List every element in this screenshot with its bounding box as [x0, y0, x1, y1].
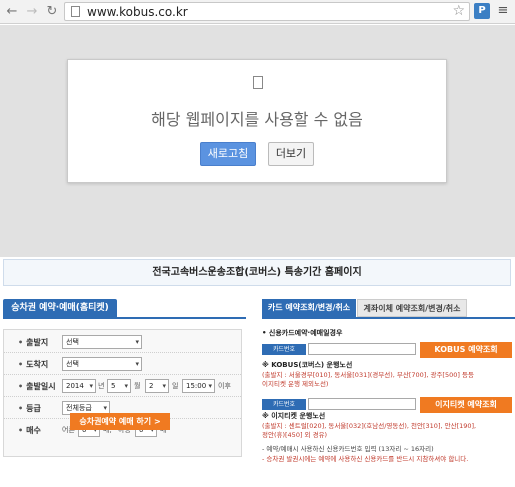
- tab-card-reservation[interactable]: 카드 예약조회/변경/취소: [262, 299, 356, 317]
- day-unit: 일: [172, 382, 179, 390]
- kobus-card-input[interactable]: [308, 343, 416, 355]
- error-dialog: 해당 웹페이지를 사용할 수 없음 새로고침 더보기: [67, 59, 447, 183]
- easyticket-lookup-button[interactable]: 이지티켓 예약조회: [420, 397, 512, 413]
- page-icon: [71, 6, 80, 17]
- arrive-row: 도착지 선택: [4, 354, 241, 375]
- bookmark-star-icon[interactable]: ☆: [452, 3, 465, 19]
- depart-select[interactable]: 선택: [62, 335, 142, 349]
- depart-row: 출발지 선택: [4, 332, 241, 353]
- more-button[interactable]: 더보기: [268, 142, 314, 166]
- time-select[interactable]: 15:00: [182, 379, 215, 393]
- easy-card-input[interactable]: [308, 398, 416, 410]
- year-unit: 년: [98, 382, 105, 390]
- menu-icon[interactable]: ≡: [496, 3, 510, 19]
- tab-underline-right: [262, 317, 515, 319]
- address-bar[interactable]: www.kobus.co.kr ☆: [64, 2, 470, 21]
- card-heading: • 신용카드예약·예매일경우: [262, 329, 343, 337]
- tab-transfer-reservation[interactable]: 계좌이체 예약조회/변경/취소: [357, 299, 467, 317]
- reload-icon[interactable]: ↻: [44, 3, 60, 21]
- extension-icon[interactable]: P: [474, 3, 490, 19]
- count-label: 매수: [18, 425, 41, 436]
- site-content: 전국고속버스운송조합(코버스) 특송기간 홈페이지 승차권 예약·예매(홈티켓)…: [0, 257, 515, 487]
- back-arrow-icon[interactable]: ←: [4, 3, 20, 21]
- month-select[interactable]: 5: [107, 379, 131, 393]
- card-note: - 예약/예매시 사용하신 신용카드번호 입력 (13자리 ~ 16자리): [262, 445, 434, 453]
- book-ticket-button[interactable]: 승차권예약 예매 하기 >: [70, 413, 170, 430]
- arrive-select[interactable]: 선택: [62, 357, 142, 371]
- time-unit: 이후: [218, 382, 231, 390]
- error-backdrop: 해당 웹페이지를 사용할 수 없음 새로고침 더보기: [0, 25, 515, 257]
- month-unit: 월: [134, 382, 141, 390]
- reload-button[interactable]: 새로고침: [200, 142, 256, 166]
- error-message: 해당 웹페이지를 사용할 수 없음: [151, 110, 363, 129]
- card-warning-note: - 승차권 발권시에는 예약에 사용하신 신용카드를 반드시 지참하셔야 합니다…: [262, 455, 469, 463]
- datetime-label: 출발일시: [18, 381, 55, 392]
- kobus-route-line: 이지티켓 운행 제외노선): [262, 380, 329, 388]
- site-banner-title: 전국고속버스운송조합(코버스) 특송기간 홈페이지: [3, 259, 511, 286]
- easy-card-label: 카드번호: [262, 399, 306, 410]
- easy-route-line: 정안(휴)[450] 외 경유): [262, 431, 328, 439]
- broken-page-icon: [253, 76, 263, 89]
- day-select[interactable]: 2: [145, 379, 169, 393]
- browser-toolbar: ← → ↻ www.kobus.co.kr ☆ P ≡: [0, 0, 515, 24]
- arrive-label: 도착지: [18, 359, 48, 370]
- kobus-lookup-button[interactable]: KOBUS 예약조회: [420, 342, 512, 358]
- depart-label: 출발지: [18, 337, 48, 348]
- url-text: www.kobus.co.kr: [87, 5, 188, 19]
- forward-arrow-icon[interactable]: →: [24, 3, 40, 21]
- booking-form: 출발지 선택 도착지 선택 출발일시 2014 년 5 월 2 일 15:00 …: [3, 329, 242, 457]
- year-select[interactable]: 2014: [62, 379, 96, 393]
- datetime-row: 출발일시 2014 년 5 월 2 일 15:00 이후: [4, 376, 241, 397]
- tab-underline: [3, 317, 246, 319]
- kobus-card-label: 카드번호: [262, 344, 306, 355]
- grade-label: 등급: [18, 403, 41, 414]
- tab-home-ticket[interactable]: 승차권 예약·예매(홈티켓): [3, 299, 117, 317]
